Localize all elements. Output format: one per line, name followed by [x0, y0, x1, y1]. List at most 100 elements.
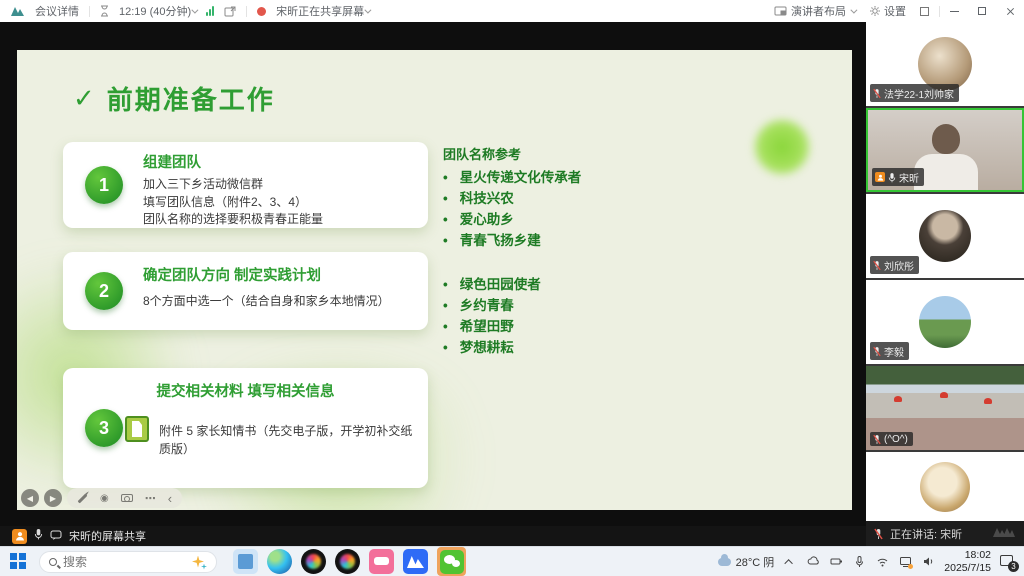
mic-muted-icon — [873, 88, 881, 99]
settings-button[interactable]: 设置 — [884, 3, 906, 19]
presenter-tools-pill: ◉ ⋯ ‹ — [67, 488, 182, 508]
camera-icon[interactable] — [121, 494, 133, 502]
step-line: 填写团队信息（附件2、3、4） — [143, 194, 420, 212]
wechat-highlight[interactable] — [437, 547, 466, 576]
microphone-icon[interactable] — [852, 555, 866, 569]
meeting-app-icon[interactable] — [403, 549, 428, 574]
gear-icon[interactable] — [869, 5, 881, 17]
search-input[interactable] — [63, 555, 185, 569]
wechat-app-icon[interactable] — [440, 550, 464, 574]
slide-title: ✓ 前期准备工作 — [73, 80, 275, 117]
onedrive-cloud-icon[interactable] — [806, 555, 820, 569]
document-icon — [125, 416, 149, 442]
maximize-button[interactable] — [968, 0, 996, 22]
previous-slide-button[interactable]: ◀ — [21, 489, 39, 507]
photos-app-icon[interactable] — [233, 549, 258, 574]
taskbar-clock[interactable]: 18:02 2025/7/15 — [944, 549, 991, 575]
layout-button[interactable]: 演讲者布局 — [791, 3, 846, 19]
taskbar-search[interactable] — [39, 551, 217, 573]
participants-sidebar: 法学22-1刘帅家 宋昕 刘欣彤 — [866, 22, 1024, 546]
sharing-status-text: 宋昕正在共享屏幕 — [276, 3, 364, 19]
meeting-timer[interactable]: 12:19 (40分钟) — [119, 3, 191, 19]
close-button[interactable] — [996, 0, 1024, 22]
chat-icon — [50, 527, 62, 545]
minimize-button[interactable] — [940, 0, 968, 22]
chevron-down-icon[interactable] — [850, 6, 857, 13]
sharing-indicator-icon — [257, 7, 266, 16]
avatar — [919, 296, 971, 348]
search-highlights-icon[interactable] — [191, 554, 207, 570]
speaker-icon[interactable] — [921, 555, 935, 569]
popout-window-icon[interactable] — [224, 6, 236, 17]
start-button[interactable] — [10, 553, 27, 570]
participant-tile-2-active-speaker[interactable]: 宋昕 — [866, 108, 1024, 192]
step-title: 提交相关材料 填写相关信息 — [63, 380, 428, 401]
date-text: 2025/7/15 — [944, 562, 991, 575]
presentation-slide: ✓ 前期准备工作 1 组建团队 加入三下乡活动微信群 填写团队信息（附件2、3、… — [17, 50, 852, 510]
speaking-status-bar: 正在讲话: 宋昕 — [866, 521, 1024, 546]
step-title: 组建团队 — [143, 151, 420, 172]
fullscreen-icon[interactable] — [920, 7, 929, 16]
chevron-down-icon[interactable] — [192, 6, 199, 13]
shared-screen-area: ✓ 前期准备工作 1 组建团队 加入三下乡活动微信群 填写团队信息（附件2、3、… — [0, 22, 866, 546]
participant-tile-3[interactable]: 刘欣彤 — [866, 194, 1024, 278]
chevron-down-icon[interactable] — [365, 6, 372, 13]
step-card-3: 提交相关材料 填写相关信息 3 附件 5 家长知情书（先交电子版，开学初补交纸质… — [63, 368, 428, 488]
host-icon — [875, 172, 885, 182]
mic-icon — [34, 527, 43, 545]
photo-detail — [984, 398, 992, 404]
mic-muted-icon — [873, 346, 881, 357]
step-line: 团队名称的选择要积极青春正能量 — [143, 211, 420, 229]
app-icon-dark-1[interactable] — [301, 549, 326, 574]
participant-chip: 李毅 — [870, 342, 909, 360]
more-icon[interactable]: ⋯ — [145, 492, 156, 505]
participant-chip: (^O^) — [870, 432, 913, 446]
meeting-details-button[interactable]: 会议详情 — [35, 3, 79, 19]
screen-share-tray-icon[interactable] — [898, 555, 912, 569]
layout-icon[interactable] — [774, 6, 787, 16]
laser-pointer-icon[interactable]: ◉ — [100, 493, 109, 504]
windows-taskbar: 28°C 阴 18:02 202 — [0, 546, 1024, 576]
participant-tile-4[interactable]: 李毅 — [866, 280, 1024, 364]
wifi-icon[interactable] — [875, 555, 889, 569]
system-tray: 28°C 阴 18:02 202 — [718, 549, 1024, 575]
participant-tile-6[interactable] — [866, 452, 1024, 521]
meeting-logo-icon — [10, 5, 25, 17]
team-name-reference: 团队名称参考 星火传递文化传承者 科技兴农 爱心助乡 青春飞扬乡建 — [443, 144, 683, 251]
tray-expand-chevron-icon[interactable] — [783, 555, 797, 569]
app-icon-dark-2[interactable] — [335, 549, 360, 574]
next-slide-button[interactable]: ▶ — [44, 489, 62, 507]
weather-widget[interactable]: 28°C 阴 — [718, 554, 775, 570]
presenter-avatar-icon — [12, 529, 27, 544]
reference-list-2: 绿色田园使者 乡约青春 希望田野 梦想耕耘 — [443, 274, 683, 358]
reference-header: 团队名称参考 — [443, 144, 683, 163]
app-icon-pink[interactable] — [369, 549, 394, 574]
participant-tile-1[interactable]: 法学22-1刘帅家 — [866, 22, 1024, 106]
desktop-screen: 会议详情 12:19 (40分钟) 宋昕正在共享屏幕 演讲者布局 — [0, 0, 1024, 576]
step-line: 加入三下乡活动微信群 — [143, 176, 420, 194]
video-silhouette — [932, 124, 960, 154]
battery-icon[interactable] — [829, 555, 843, 569]
pencil-icon[interactable] — [78, 493, 88, 503]
step-number-badge: 3 — [85, 409, 123, 447]
share-label-text: 宋昕的屏幕共享 — [69, 528, 146, 544]
edge-browser-icon[interactable] — [267, 549, 292, 574]
presenter-toolbar: ◀ ▶ ◉ ⋯ ‹ — [21, 488, 182, 508]
list-item: 青春飞扬乡建 — [443, 230, 683, 251]
list-item: 爱心助乡 — [443, 209, 683, 230]
participant-tile-5[interactable]: (^O^) — [866, 366, 1024, 450]
mic-icon — [888, 172, 896, 183]
avatar — [918, 37, 972, 91]
participant-chip: 法学22-1刘帅家 — [870, 84, 959, 102]
collapse-toolbar-icon[interactable]: ‹ — [168, 492, 172, 505]
meeting-main-area: ✓ 前期准备工作 1 组建团队 加入三下乡活动微信群 填写团队信息（附件2、3、… — [0, 22, 1024, 546]
step-line: 8个方面中选一个（结合自身和家乡本地情况） — [143, 293, 420, 311]
notification-center-button[interactable]: 3 — [1000, 554, 1016, 570]
divider — [89, 6, 90, 17]
photo-detail — [940, 392, 948, 398]
network-signal-icon[interactable] — [206, 6, 214, 16]
avatar — [920, 462, 970, 512]
step-number-badge: 2 — [85, 272, 123, 310]
mic-muted-icon[interactable] — [874, 528, 883, 540]
photo-detail — [894, 396, 902, 402]
